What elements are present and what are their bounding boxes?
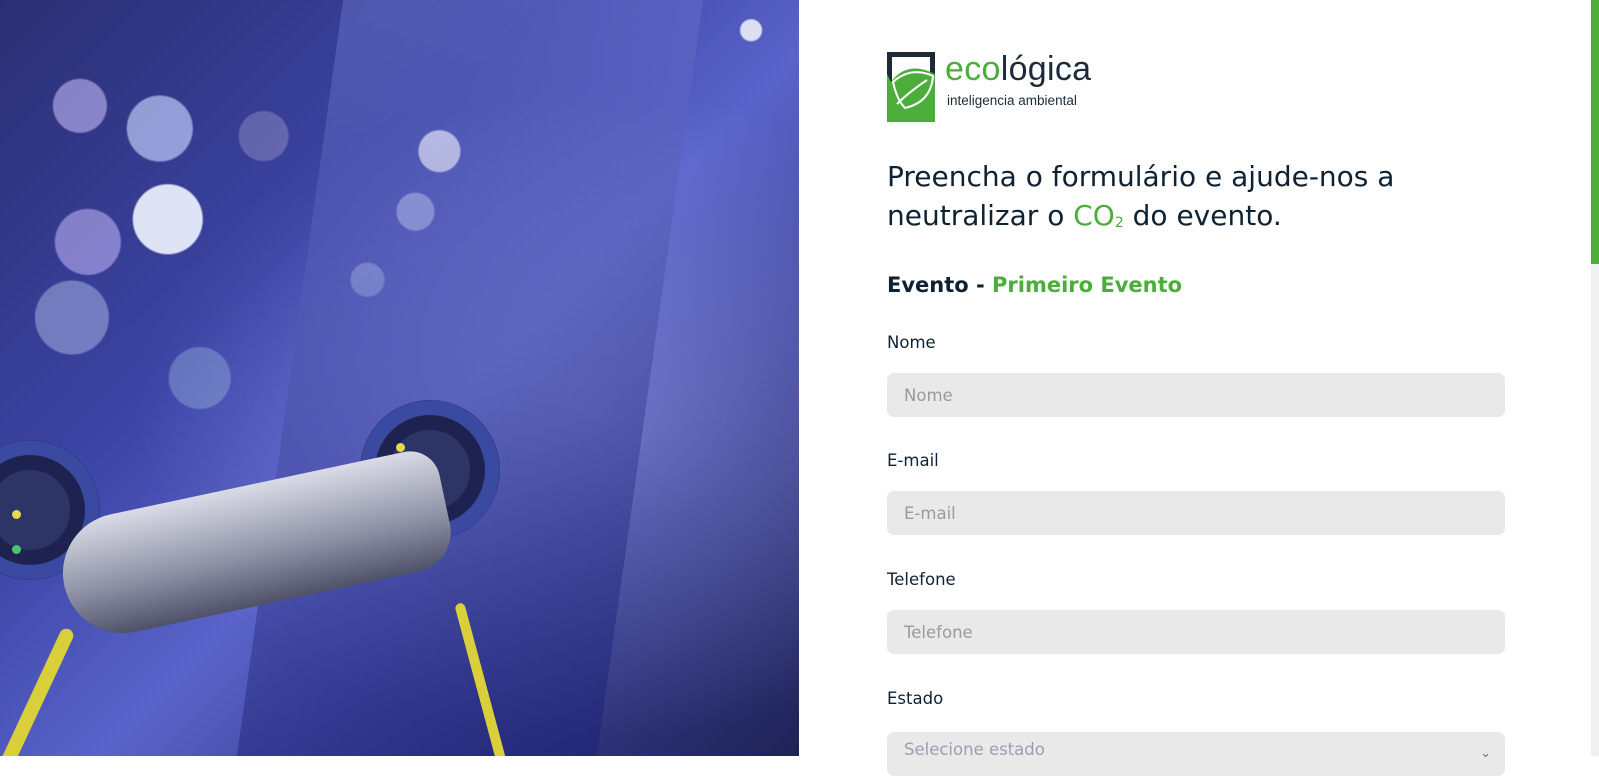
logo-text: ecológica inteligencia ambiental (945, 52, 1091, 108)
leaf-logo-icon (887, 52, 935, 122)
hero-image (0, 0, 799, 756)
headline-text-end: do evento. (1123, 199, 1282, 232)
page-headline: Preencha o formulário e ajude-nos a neut… (887, 157, 1487, 243)
chevron-down-icon: ⌄ (1480, 746, 1491, 761)
nome-label: Nome (887, 333, 936, 352)
indicator-light (12, 545, 21, 554)
indicator-light (396, 443, 405, 452)
page-scrollbar[interactable] (1591, 0, 1599, 756)
charging-cable (0, 626, 76, 756)
event-heading: Evento - Primeiro Evento (887, 273, 1182, 297)
estado-selected-value: Selecione estado (904, 740, 1045, 759)
estado-label: Estado (887, 689, 944, 708)
estado-select[interactable]: Selecione estado ⌄ (887, 732, 1505, 776)
logo-wordmark: ecológica (945, 52, 1091, 86)
event-prefix: Evento - (887, 273, 993, 297)
email-label: E-mail (887, 451, 939, 470)
logo-eco: eco (945, 50, 1001, 88)
co2-highlight: CO2 (1073, 199, 1124, 232)
logo-logica: lógica (1000, 50, 1092, 88)
telefone-input[interactable] (887, 610, 1505, 654)
co2-main: CO (1073, 199, 1115, 232)
event-name: Primeiro Evento (992, 273, 1183, 297)
indicator-light (12, 510, 21, 519)
co2-subscript: 2 (1114, 215, 1124, 231)
email-input[interactable] (887, 491, 1505, 535)
scrollbar-thumb[interactable] (1591, 0, 1599, 264)
nome-input[interactable] (887, 373, 1505, 417)
logo-tagline: inteligencia ambiental (947, 93, 1077, 108)
brand-logo[interactable]: ecológica inteligencia ambiental (887, 52, 1091, 122)
telefone-label: Telefone (887, 570, 956, 589)
